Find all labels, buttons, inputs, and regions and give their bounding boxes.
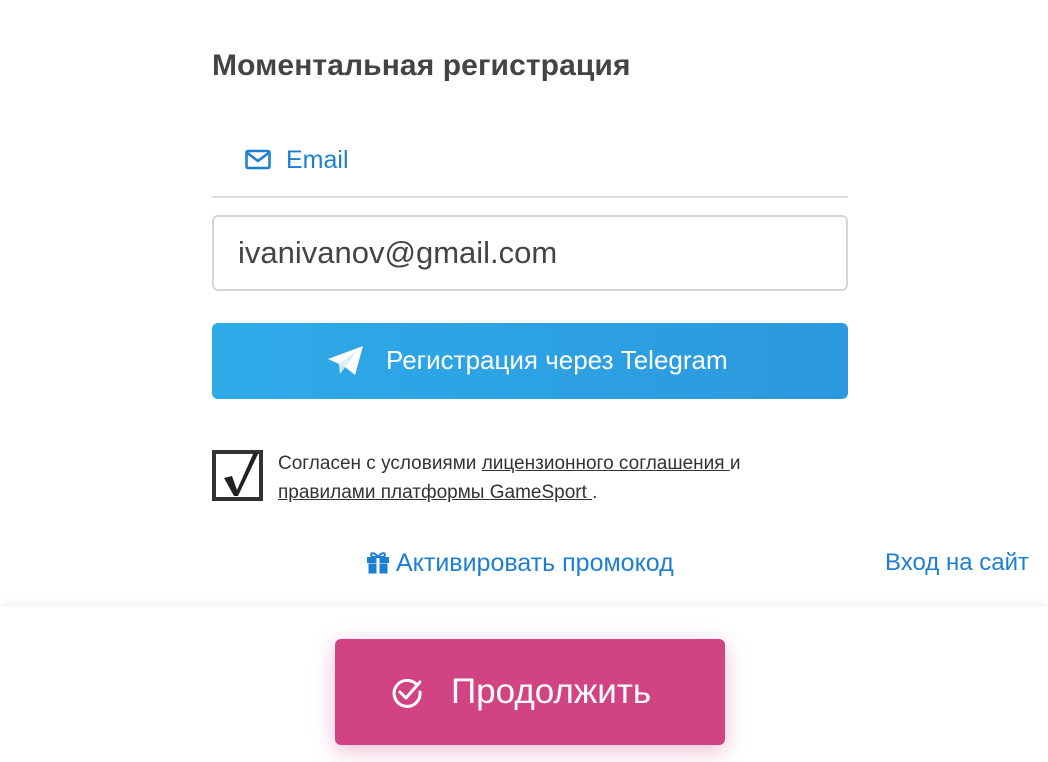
telegram-plane-icon [328,346,363,375]
continue-button[interactable]: Продолжить [335,639,725,745]
platform-rules-link[interactable]: правилами платформы GameSport [278,482,592,503]
agreement-checkbox[interactable] [212,450,263,501]
envelope-icon [245,149,271,170]
activate-promo-label: Активировать промокод [396,549,674,577]
tab-email[interactable]: Email [212,126,848,198]
agreement-suffix: . [592,482,598,503]
license-agreement-link[interactable]: лицензионного соглашения [482,453,730,474]
agreement-text: Согласен с условиями лицензионного согла… [278,449,838,507]
checkmark-icon [224,452,258,496]
gift-icon [367,552,389,574]
agreement-prefix: Согласен с условиями [278,453,482,474]
continue-label: Продолжить [451,672,652,711]
telegram-register-button[interactable]: Регистрация через Telegram [212,323,848,399]
telegram-register-label: Регистрация через Telegram [386,345,728,375]
check-circle-icon [392,678,422,708]
registration-page: Моментальная регистрация Email Регистрац… [0,0,1048,762]
login-link[interactable]: Вход на сайт [885,549,1029,577]
page-title: Моментальная регистрация [212,49,631,82]
tab-email-label: Email [286,146,349,174]
email-input[interactable] [212,215,848,291]
agreement-middle: и [729,453,741,474]
activate-promo-link[interactable]: Активировать промокод [366,549,674,578]
